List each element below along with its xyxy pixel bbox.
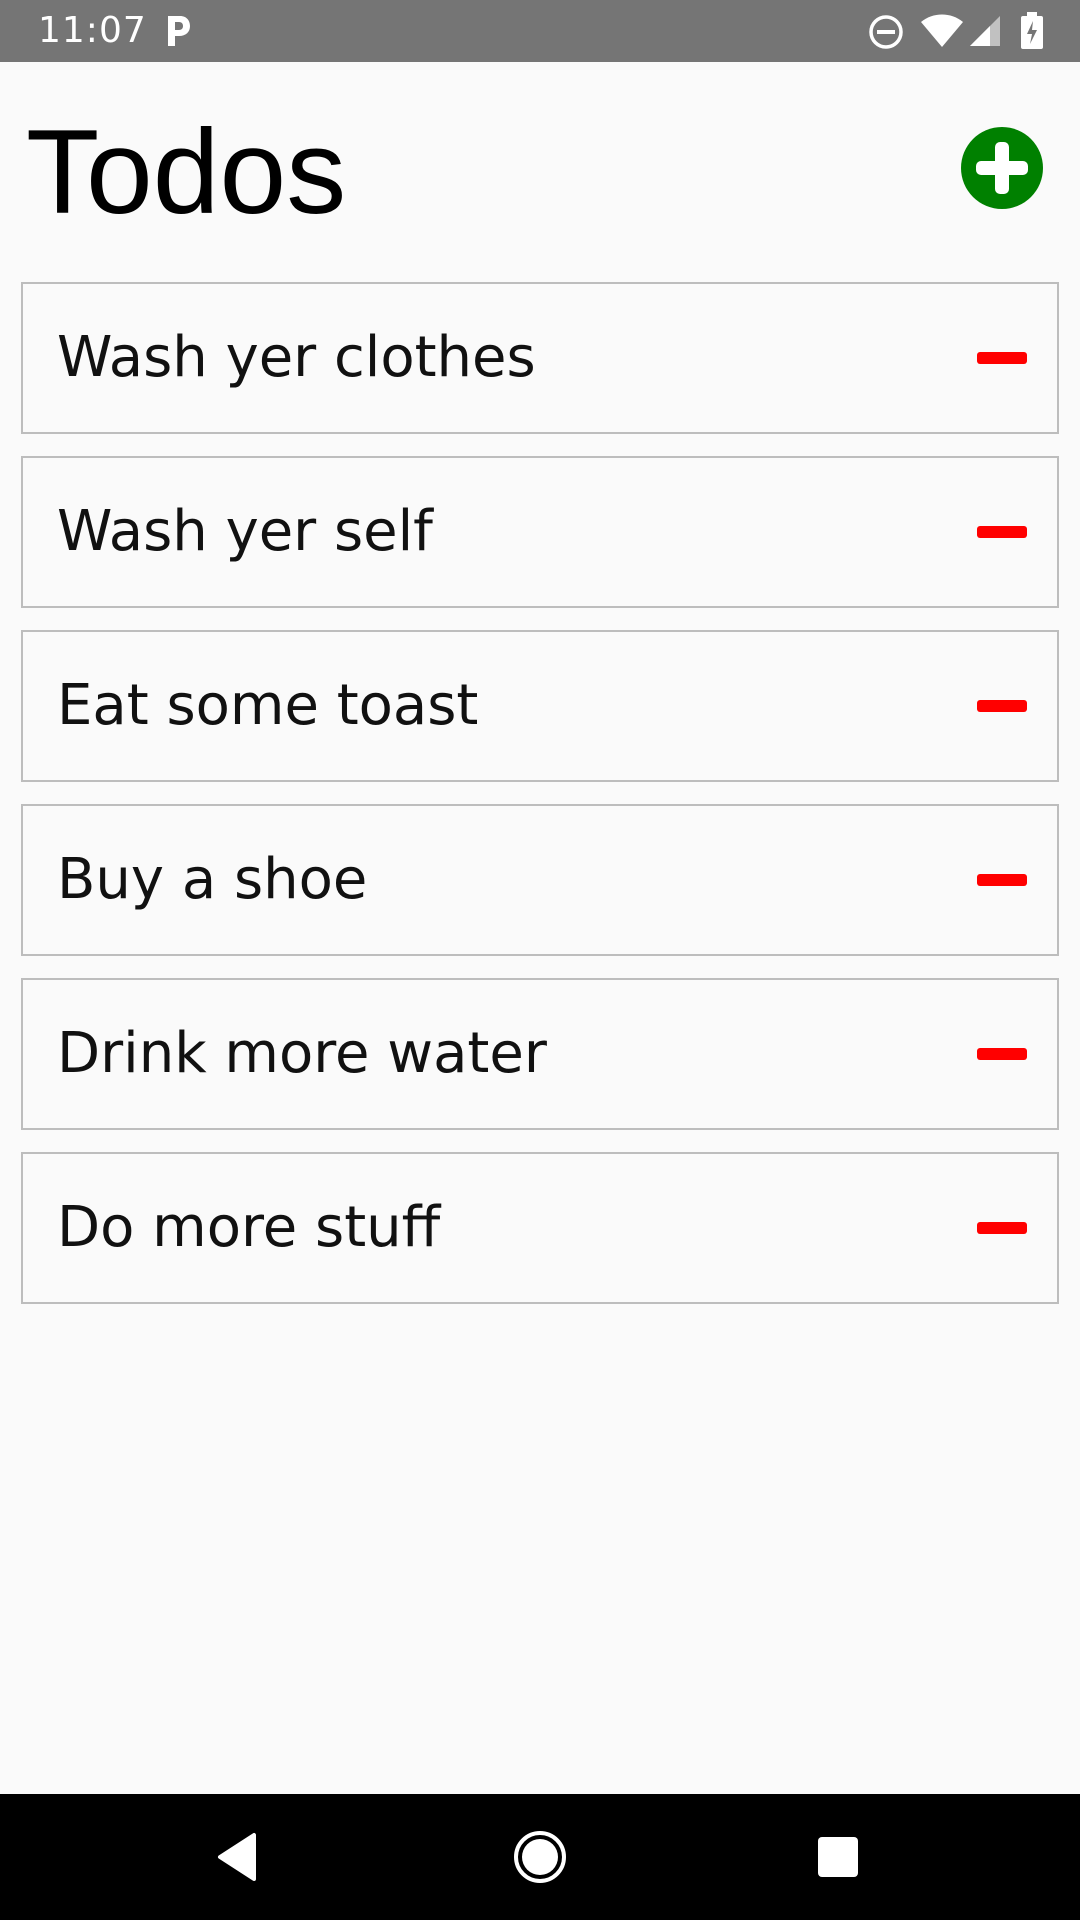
plus-circle-icon <box>961 127 1043 209</box>
home-icon <box>514 1831 566 1883</box>
remove-todo-button[interactable] <box>977 686 1027 726</box>
todo-label: Eat some toast <box>57 673 479 738</box>
todo-label: Wash yer self <box>57 499 433 564</box>
todo-item: Eat some toast <box>21 630 1059 782</box>
todo-label: Drink more water <box>57 1021 547 1086</box>
todo-item: Do more stuff <box>21 1152 1059 1304</box>
minus-icon <box>977 700 1027 712</box>
todo-item: Wash yer self <box>21 456 1059 608</box>
minus-icon <box>977 526 1027 538</box>
status-bar: 11:07 <box>0 0 1080 62</box>
remove-todo-button[interactable] <box>977 512 1027 552</box>
recents-button[interactable] <box>808 1827 868 1887</box>
do-not-disturb-icon <box>869 15 903 49</box>
todo-item: Wash yer clothes <box>21 282 1059 434</box>
header: Todos <box>0 62 1080 282</box>
recents-icon <box>818 1837 858 1877</box>
minus-icon <box>977 352 1027 364</box>
home-button[interactable] <box>510 1827 570 1887</box>
minus-icon <box>977 1048 1027 1060</box>
todo-item: Drink more water <box>21 978 1059 1130</box>
page-title: Todos <box>26 105 347 239</box>
remove-todo-button[interactable] <box>977 338 1027 378</box>
todo-label: Wash yer clothes <box>57 325 536 390</box>
battery-icon <box>1021 12 1043 49</box>
add-todo-button[interactable] <box>960 126 1044 210</box>
todo-list: Wash yer clothes Wash yer self Eat some … <box>21 282 1059 1326</box>
todo-item: Buy a shoe <box>21 804 1059 956</box>
minus-icon <box>977 874 1027 886</box>
remove-todo-button[interactable] <box>977 860 1027 900</box>
todo-label: Do more stuff <box>57 1195 441 1260</box>
signal-icon <box>970 16 1000 46</box>
back-icon <box>218 1833 256 1881</box>
parking-icon <box>168 16 190 46</box>
todo-label: Buy a shoe <box>57 847 368 912</box>
wifi-icon <box>921 14 963 47</box>
minus-icon <box>977 1222 1027 1234</box>
navigation-bar <box>0 1794 1080 1920</box>
remove-todo-button[interactable] <box>977 1208 1027 1248</box>
remove-todo-button[interactable] <box>977 1034 1027 1074</box>
back-button[interactable] <box>208 1827 268 1887</box>
status-time: 11:07 <box>38 10 147 51</box>
